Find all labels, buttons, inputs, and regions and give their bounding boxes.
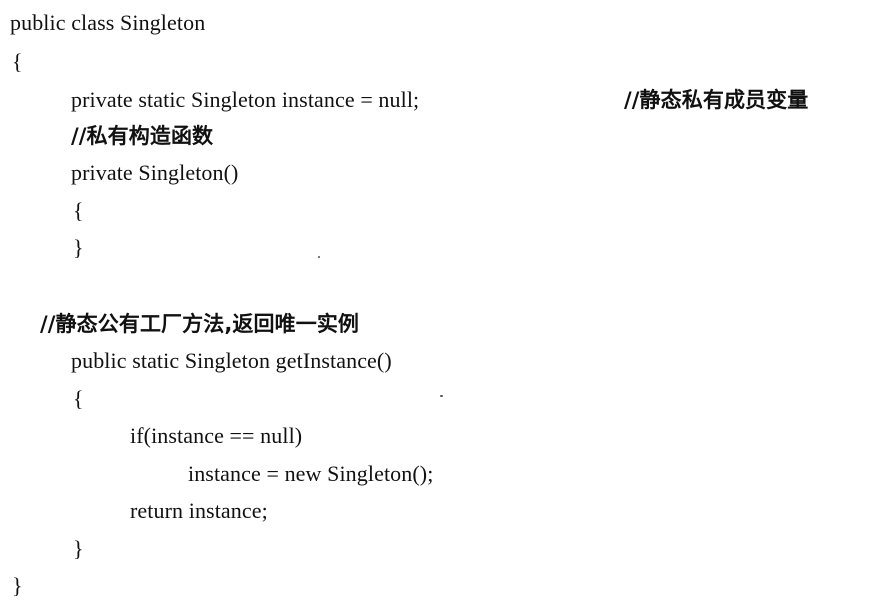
- code-line-method-close-brace: }: [73, 536, 84, 561]
- code-line-null-check: if(instance == null): [130, 423, 303, 448]
- scan-speck: [440, 395, 443, 397]
- code-comment-static-private-member: //静态私有成员变量: [624, 88, 809, 112]
- code-line-get-instance-declaration: public static Singleton getInstance(): [71, 348, 392, 373]
- code-comment-private-constructor: //私有构造函数: [71, 124, 214, 148]
- code-line-instance-field: private static Singleton instance = null…: [71, 87, 420, 112]
- code-line-create-instance: instance = new Singleton();: [188, 461, 434, 486]
- code-line-constructor-close-brace: }: [73, 235, 84, 260]
- scan-speck: [318, 256, 320, 258]
- code-line-class-open-brace: {: [12, 49, 23, 74]
- code-line-class-declaration: public class Singleton: [10, 10, 206, 35]
- code-listing: public class Singleton { private static …: [0, 0, 884, 610]
- code-line-constructor-declaration: private Singleton(): [71, 160, 239, 185]
- code-line-constructor-open-brace: {: [73, 198, 84, 223]
- code-line-return-instance: return instance;: [130, 498, 268, 523]
- code-line-class-close-brace: }: [12, 573, 23, 598]
- code-line-method-open-brace: {: [73, 386, 84, 411]
- code-comment-static-factory-method: //静态公有工厂方法,返回唯一实例: [40, 312, 360, 336]
